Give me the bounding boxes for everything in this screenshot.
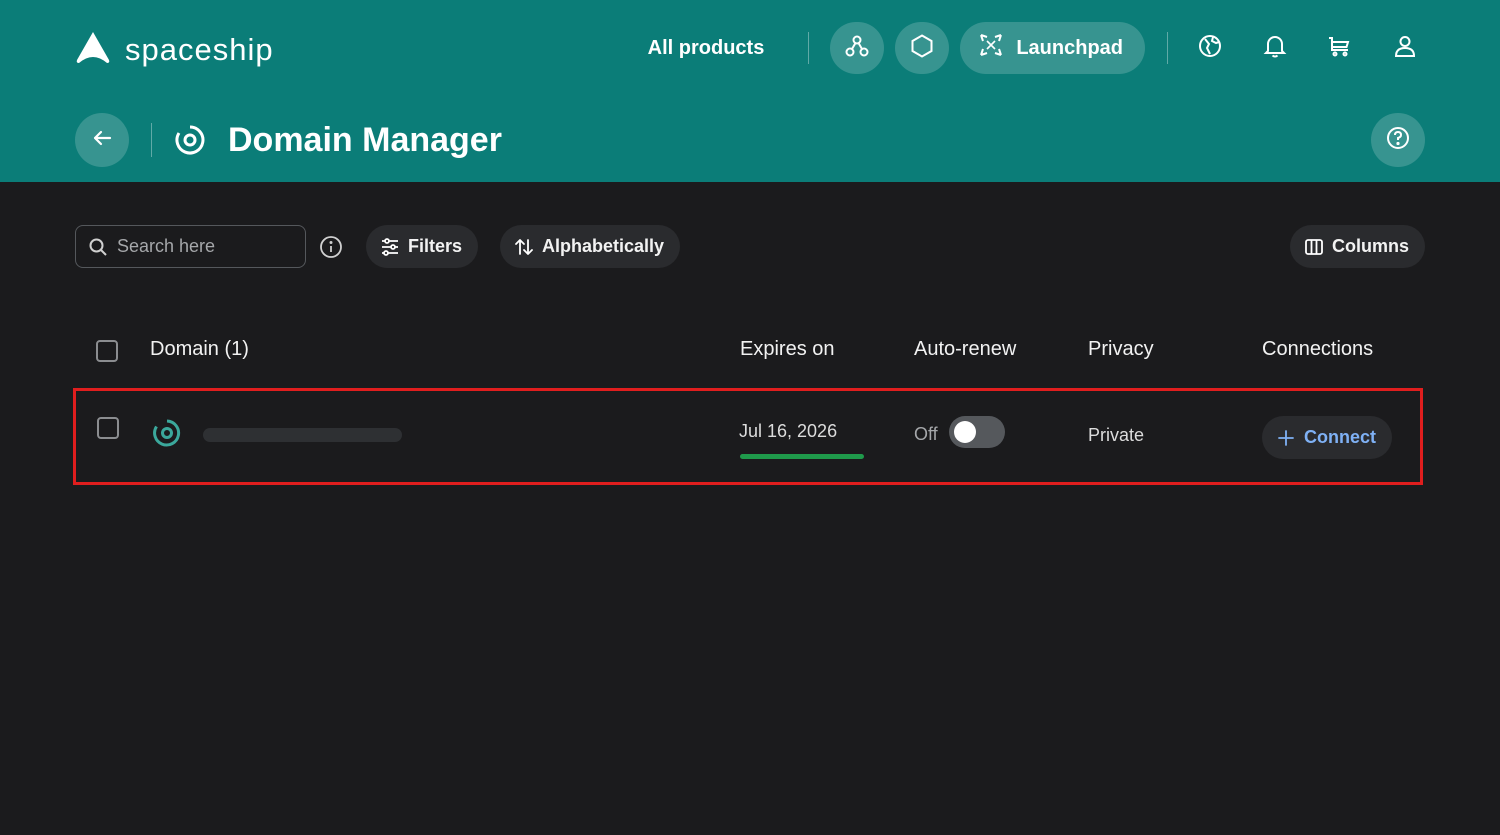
domain-target-icon (152, 418, 182, 448)
expiry-status-bar (740, 454, 864, 459)
toggle-knob (954, 421, 976, 443)
search-box[interactable] (75, 225, 306, 268)
cart-icon (1327, 33, 1353, 64)
column-header-connections[interactable]: Connections (1262, 338, 1373, 361)
hexagon-icon (909, 33, 935, 64)
back-arrow-icon (90, 126, 114, 155)
launchpad-label: Launchpad (1016, 36, 1123, 59)
help-button[interactable] (1371, 113, 1425, 167)
columns-icon (1304, 237, 1324, 257)
sort-icon (514, 237, 534, 257)
launchpad-button[interactable]: Launchpad (960, 22, 1145, 74)
columns-button[interactable]: Columns (1289, 225, 1425, 268)
column-header-privacy[interactable]: Privacy (1088, 338, 1154, 361)
column-header-autorenew[interactable]: Auto-renew (914, 338, 1016, 361)
privacy-status: Private (1088, 425, 1145, 445)
notifications-button[interactable] (1255, 28, 1295, 68)
table-header: Domain (1) Expires on Auto-renew Privacy… (75, 330, 1425, 372)
table-toolbar: Filters Alphabetically (75, 225, 681, 268)
title-divider (151, 123, 152, 157)
network-icon (844, 33, 870, 64)
network-button[interactable] (830, 22, 885, 74)
brand-name: spaceship (125, 31, 274, 67)
language-button[interactable] (1190, 28, 1230, 68)
plus-icon (1278, 429, 1294, 446)
search-icon (88, 237, 108, 257)
all-products-link[interactable]: All products (648, 37, 765, 60)
domain-target-icon (174, 124, 206, 156)
user-icon (1392, 33, 1418, 64)
sort-label: Alphabetically (542, 236, 665, 256)
domain-name-redacted[interactable] (203, 428, 402, 442)
page-title-row: Domain Manager (75, 113, 502, 167)
sort-button[interactable]: Alphabetically (500, 225, 681, 268)
back-button[interactable] (75, 113, 129, 167)
spaceship-logo-icon (75, 30, 111, 69)
filters-button[interactable]: Filters (366, 225, 479, 268)
select-all-checkbox[interactable] (96, 340, 118, 362)
info-icon[interactable] (319, 235, 343, 259)
cart-button[interactable] (1320, 28, 1360, 68)
autorenew-status-label: Off (914, 424, 938, 444)
top-nav: All products Launchpad (648, 22, 1425, 74)
search-input[interactable] (117, 236, 297, 257)
account-button[interactable] (1385, 28, 1425, 68)
launchpad-icon (978, 32, 1004, 64)
connect-label: Connect (1304, 427, 1376, 447)
help-icon (1385, 125, 1411, 156)
row-checkbox[interactable] (97, 417, 119, 439)
filters-icon (380, 237, 400, 257)
filters-label: Filters (408, 236, 463, 256)
nav-divider (808, 32, 810, 64)
nav-divider (1167, 32, 1168, 64)
bell-icon (1262, 33, 1288, 64)
column-header-domain[interactable]: Domain (1) (150, 338, 249, 361)
app-header: spaceship All products Launchpad Domain … (0, 0, 1500, 182)
expiry-date: Jul 16, 2026 (739, 421, 838, 441)
connect-button[interactable]: Connect (1262, 416, 1392, 459)
page-title: Domain Manager (228, 120, 502, 159)
table-row[interactable]: Jul 16, 2026 Off Private Connect (73, 388, 1423, 485)
globe-icon (1197, 33, 1223, 64)
column-header-expires[interactable]: Expires on (740, 338, 835, 361)
columns-label: Columns (1331, 236, 1409, 256)
hexagon-button[interactable] (895, 22, 950, 74)
autorenew-toggle[interactable] (949, 416, 1005, 448)
brand-logo[interactable]: spaceship (75, 30, 274, 69)
